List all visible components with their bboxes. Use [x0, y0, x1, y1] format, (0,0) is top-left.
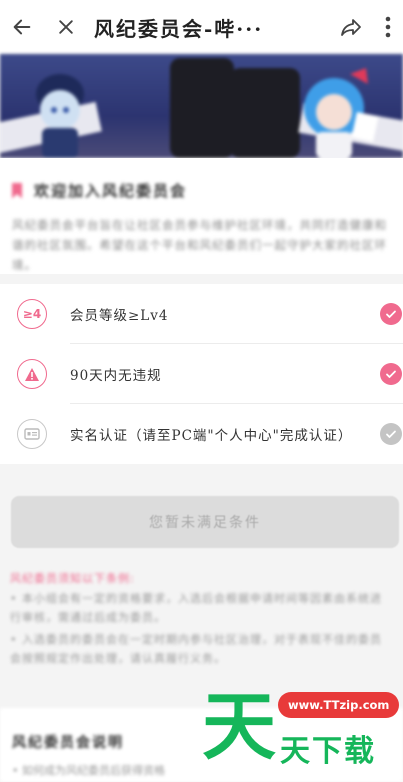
condition-label: 90天内无违规 [70, 368, 162, 384]
check-icon [380, 303, 402, 325]
notes-title: 风纪委员须知以下条例: [10, 572, 135, 585]
more-button[interactable] [373, 0, 403, 54]
watermark-logo: 天 www.TTzip.com 天下载 [200, 680, 403, 782]
watermark-big-char: 天 [202, 684, 276, 770]
condition-label: 实名认证（请至PC端"个人中心"完成认证） [70, 428, 353, 444]
id-card-icon [17, 419, 47, 449]
page-title: 风纪委员会-哔··· [94, 16, 264, 41]
notes-item: • 本小组会有一定的资格要求，入选后会根据申请时间等因素由系统进行审核，需通过后… [10, 592, 382, 624]
share-icon [341, 19, 361, 36]
watermark-text: 天下载 [280, 734, 376, 769]
condition-real-name: 实名认证（请至PC端"个人中心"完成认证） [0, 404, 403, 464]
condition-list: ≥4 会员等级≥Lv4 90天内无违规 实名认证（请至PC端"个人中心"完成认证… [0, 284, 403, 464]
back-arrow-icon [13, 19, 31, 35]
share-button[interactable] [329, 0, 373, 54]
watermark-url: www.TTzip.com [278, 692, 400, 718]
close-button[interactable] [44, 0, 88, 54]
close-icon [59, 20, 73, 34]
condition-no-violation: 90天内无违规 [0, 344, 403, 404]
intro-card: 欢迎加入风纪委员会 风纪委员会平台旨在让社区会员参与维护社区环境，共同打造健康和… [0, 158, 403, 274]
condition-label: 会员等级≥Lv4 [70, 308, 169, 324]
check-icon [380, 363, 402, 385]
bookmark-icon [12, 182, 22, 199]
condition-level: ≥4 会员等级≥Lv4 [0, 284, 403, 344]
notes-item: • 入选委员的委员会在一定时期内参与社区治理，对于表现不佳的委员会按照规定作出处… [10, 633, 382, 665]
warning-icon [17, 359, 47, 389]
apply-button[interactable]: 您暂未满足条件 [11, 496, 399, 548]
back-button[interactable] [0, 0, 44, 54]
check-icon [380, 423, 402, 445]
intro-title: 欢迎加入风纪委员会 [34, 182, 188, 200]
level-icon: ≥4 [17, 299, 47, 329]
top-bar: 风纪委员会-哔··· [0, 0, 403, 54]
more-vertical-icon [385, 16, 391, 38]
intro-text: 风纪委员会平台旨在让社区会员参与维护社区环境，共同打造健康和谐的社区氛围。希望在… [12, 218, 387, 272]
banner-image [0, 54, 403, 158]
